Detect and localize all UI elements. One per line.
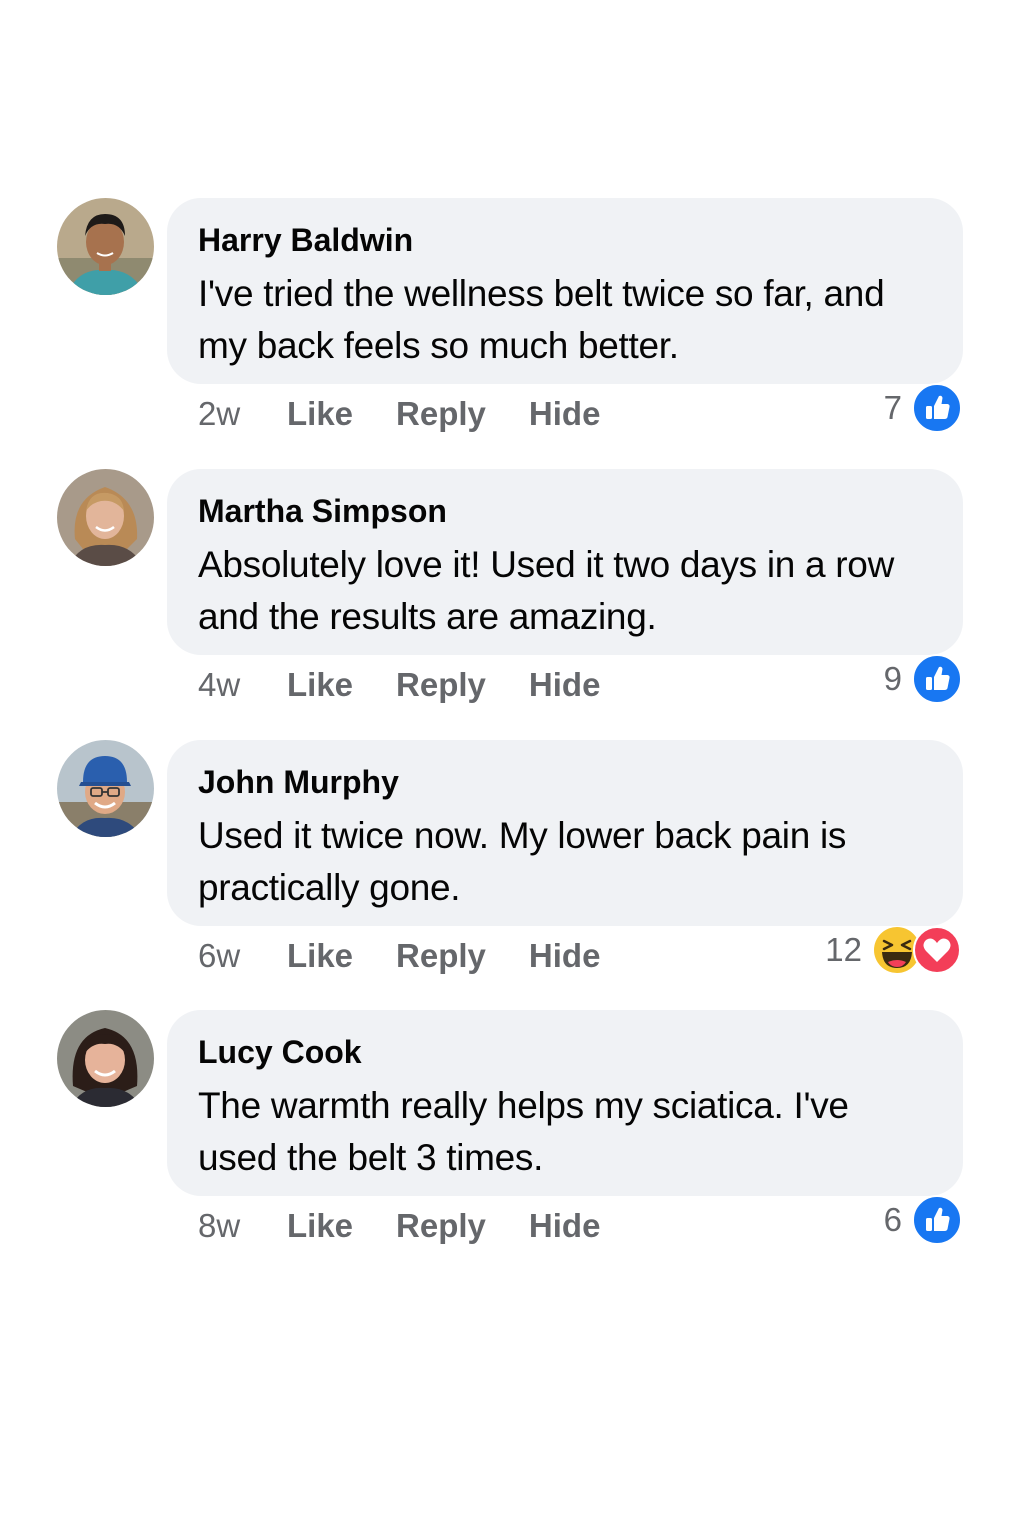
comment-bubble: Martha Simpson Absolutely love it! Used … bbox=[167, 469, 963, 655]
comment-author[interactable]: Lucy Cook bbox=[198, 1032, 933, 1076]
comment: Martha Simpson Absolutely love it! Used … bbox=[0, 469, 1024, 739]
like-button[interactable]: Like bbox=[287, 395, 353, 433]
comment-timestamp[interactable]: 2w bbox=[198, 395, 287, 433]
comment-actions: 4w Like Reply Hide bbox=[198, 665, 643, 705]
reaction-count: 6 bbox=[883, 1201, 902, 1238]
avatar[interactable] bbox=[57, 469, 154, 566]
comment-text: The warmth really helps my sciatica. I'v… bbox=[198, 1085, 849, 1178]
reaction-icons bbox=[872, 925, 962, 975]
comment-timestamp[interactable]: 8w bbox=[198, 1207, 287, 1245]
like-button[interactable]: Like bbox=[287, 937, 353, 975]
reaction-summary[interactable]: 7 bbox=[884, 382, 962, 434]
comment-actions: 8w Like Reply Hide bbox=[198, 1206, 643, 1246]
hide-button[interactable]: Hide bbox=[529, 1207, 601, 1245]
reply-button[interactable]: Reply bbox=[396, 666, 486, 704]
comment-text: Used it twice now. My lower back pain is… bbox=[198, 815, 847, 908]
like-button[interactable]: Like bbox=[287, 666, 353, 704]
comment: John Murphy Used it twice now. My lower … bbox=[0, 740, 1024, 1010]
comment-actions: 6w Like Reply Hide bbox=[198, 936, 643, 976]
comment-timestamp[interactable]: 4w bbox=[198, 666, 287, 704]
comment-text: I've tried the wellness belt twice so fa… bbox=[198, 273, 885, 366]
comment-bubble: John Murphy Used it twice now. My lower … bbox=[167, 740, 963, 926]
comment: Harry Baldwin I've tried the wellness be… bbox=[0, 198, 1024, 468]
comments-list: Harry Baldwin I've tried the wellness be… bbox=[0, 0, 1024, 1536]
hide-button[interactable]: Hide bbox=[529, 937, 601, 975]
hide-button[interactable]: Hide bbox=[529, 666, 601, 704]
avatar[interactable] bbox=[57, 198, 154, 295]
comment-bubble: Lucy Cook The warmth really helps my sci… bbox=[167, 1010, 963, 1196]
comment-actions: 2w Like Reply Hide bbox=[198, 394, 643, 434]
reply-button[interactable]: Reply bbox=[396, 937, 486, 975]
reaction-summary[interactable]: 9 bbox=[884, 653, 962, 705]
like-button[interactable]: Like bbox=[287, 1207, 353, 1245]
avatar[interactable] bbox=[57, 740, 154, 837]
comment-bubble: Harry Baldwin I've tried the wellness be… bbox=[167, 198, 963, 384]
comment-author[interactable]: John Murphy bbox=[198, 762, 933, 806]
love-icon bbox=[912, 925, 962, 975]
reply-button[interactable]: Reply bbox=[396, 1207, 486, 1245]
avatar[interactable] bbox=[57, 1010, 154, 1107]
comment-author[interactable]: Martha Simpson bbox=[198, 491, 933, 535]
comment-author[interactable]: Harry Baldwin bbox=[198, 220, 933, 264]
like-icon bbox=[912, 654, 962, 704]
comment-text: Absolutely love it! Used it two days in … bbox=[198, 544, 894, 637]
reaction-count: 9 bbox=[883, 660, 902, 697]
reaction-count: 12 bbox=[825, 931, 862, 968]
comment-timestamp[interactable]: 6w bbox=[198, 937, 287, 975]
hide-button[interactable]: Hide bbox=[529, 395, 601, 433]
reaction-count: 7 bbox=[883, 389, 902, 426]
like-icon bbox=[912, 383, 962, 433]
comment: Lucy Cook The warmth really helps my sci… bbox=[0, 1010, 1024, 1280]
like-icon bbox=[912, 1195, 962, 1245]
reaction-summary[interactable]: 6 bbox=[884, 1194, 962, 1246]
reaction-summary[interactable]: 12 bbox=[825, 924, 962, 976]
reply-button[interactable]: Reply bbox=[396, 395, 486, 433]
